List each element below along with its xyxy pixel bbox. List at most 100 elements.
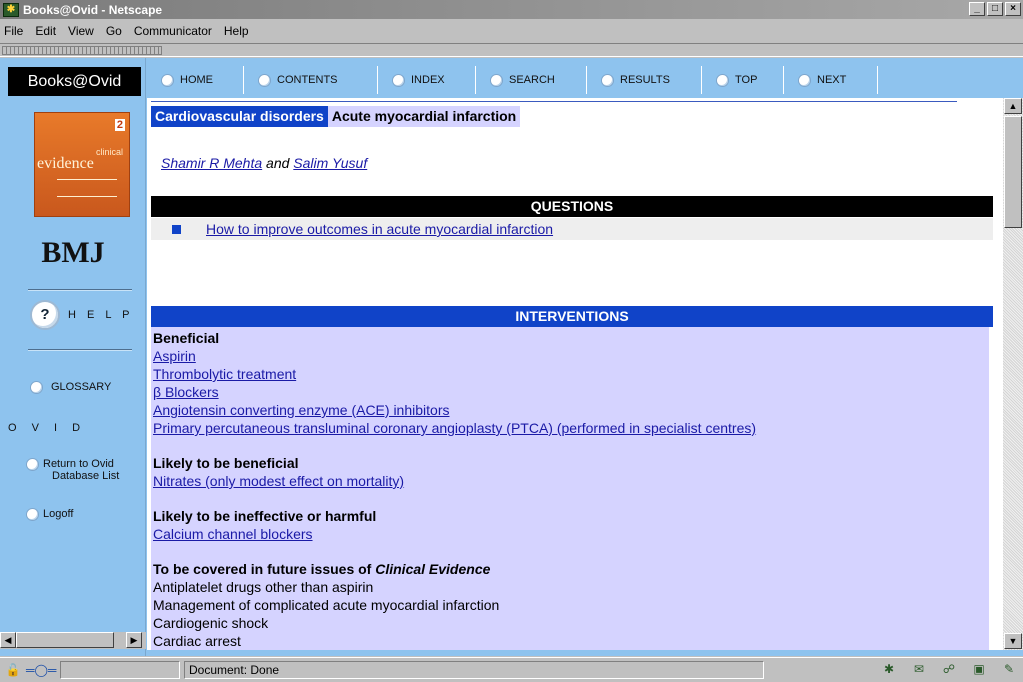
maximize-button[interactable]: □ [987,2,1003,16]
interventions-header: INTERVENTIONS [151,306,993,327]
progress-field [60,661,180,679]
nav-label: NEXT [817,74,847,86]
window-controls: _ □ × [969,2,1021,16]
intervention-link[interactable]: Primary percutaneous transluminal corona… [153,420,756,436]
scroll-thumb[interactable] [16,632,114,648]
menu-bar: File Edit View Go Communicator Help [0,20,1023,42]
groups-icon[interactable]: ☍ [939,661,959,677]
help-button[interactable]: ? H E L P [30,300,140,330]
left-sidebar: Books@Ovid 2 clinical evidence BMJ ? H E… [0,58,146,656]
cover-edition: 2 [114,119,125,131]
toolbar-handles [0,43,1023,57]
connection-icon: ═◯═ [26,663,57,677]
nav-contents[interactable]: CONTENTS [244,66,378,94]
nav-results[interactable]: RESULTS [587,66,702,94]
sidebar-item-label: GLOSSARY [51,381,112,393]
ovid-heading: O V I D [8,422,87,434]
radio-icon [30,381,43,394]
nav-label: HOME [180,74,213,86]
nav-index[interactable]: INDEX [378,66,476,94]
intervention-link[interactable]: Thrombolytic treatment [153,366,296,382]
nav-label: INDEX [411,74,445,86]
authors-conjunction: and [266,155,290,171]
future-item: Antiplatelet drugs other than aspirin [153,579,374,595]
page-title: Acute myocardial infarction [327,106,521,127]
security-lock-icon[interactable]: 🔓 [4,662,22,678]
mail-icon[interactable]: ✉ [909,661,929,677]
radio-icon [601,73,614,87]
title-bar: ✱ Books@Ovid - Netscape _ □ × [0,0,1023,19]
scroll-down-arrow-icon[interactable]: ▼ [1004,633,1022,649]
scroll-right-arrow-icon[interactable]: ▶ [126,632,142,648]
minimize-button[interactable]: _ [969,2,985,16]
group-heading-future: To be covered in future issues of Clinic… [153,560,987,578]
intervention-link[interactable]: Calcium channel blockers [153,526,313,542]
menu-file[interactable]: File [4,24,23,38]
cover-clinical: clinical [95,147,123,157]
scroll-thumb[interactable] [1004,116,1022,228]
breadcrumb-section[interactable]: Cardiovascular disorders [151,106,328,127]
cover-evidence: evidence [37,155,94,172]
nav-search[interactable]: SEARCH [476,66,587,94]
sidebar-item-label: Logoff [43,508,74,520]
sidebar-item-logoff[interactable]: Logoff [26,508,73,521]
menu-help[interactable]: Help [224,24,249,38]
nav-label: TOP [735,74,758,86]
group-heading-beneficial: Beneficial [153,330,220,346]
questions-header: QUESTIONS [151,196,993,217]
window-title: Books@Ovid - Netscape [23,2,163,17]
status-bar: 🔓 ═◯═ Document: Done ✱ ✉ ☍ ▣ ✎ [0,657,1023,682]
return-label-line2: Database List [52,470,120,482]
bmj-logo: BMJ [41,236,105,269]
sidebar-item-glossary[interactable]: GLOSSARY [30,381,111,394]
nav-next[interactable]: NEXT [784,66,878,94]
help-label[interactable]: H E L P [68,309,134,321]
radio-icon [716,73,729,87]
group-heading-likely: Likely to be beneficial [153,455,299,471]
author-link[interactable]: Salim Yusuf [293,155,367,171]
intervention-link[interactable]: β Blockers [153,384,219,400]
sidebar-item-label: Return to Ovid Database List [43,458,119,482]
question-link[interactable]: How to improve outcomes in acute myocard… [206,221,553,237]
radio-icon [258,73,271,87]
intervention-link[interactable]: Aspirin [153,348,196,364]
intervention-link[interactable]: Angiotensin converting enzyme (ACE) inhi… [153,402,449,418]
radio-icon [798,73,811,87]
nav-top[interactable]: TOP [702,66,784,94]
edit-icon[interactable]: ✎ [999,661,1019,677]
nav-label: CONTENTS [277,74,338,86]
radio-icon [161,73,174,87]
cover-blurb [57,179,117,197]
status-text: Document: Done [184,661,764,679]
menu-view[interactable]: View [68,24,94,38]
nav-label: RESULTS [620,74,670,86]
radio-icon [392,73,405,87]
collapsed-toolbar-tabs[interactable] [2,46,162,55]
nav-home[interactable]: HOME [147,66,244,94]
menu-go[interactable]: Go [106,24,122,38]
header-rule [151,101,957,102]
composer-icon[interactable]: ▣ [969,661,989,677]
browser-window: ✱ Books@Ovid - Netscape _ □ × File Edit … [0,0,1023,682]
horizontal-scrollbar[interactable]: ◀ ▶ [0,632,146,649]
scroll-up-arrow-icon[interactable]: ▲ [1004,98,1022,114]
radio-icon [26,508,39,521]
bullet-square-icon [172,224,181,234]
interventions-panel: Beneficial Aspirin Thrombolytic treatmen… [151,327,989,650]
navigator-icon[interactable]: ✱ [879,661,899,677]
menu-edit[interactable]: Edit [35,24,56,38]
question-row: How to improve outcomes in acute myocard… [151,218,993,240]
sidebar-divider [28,289,132,291]
books-ovid-logo[interactable]: Books@Ovid [8,67,141,96]
close-button[interactable]: × [1005,2,1021,16]
author-link[interactable]: Shamir R Mehta [161,155,262,171]
future-item: Management of complicated acute myocardi… [153,597,500,613]
intervention-link[interactable]: Nitrates (only modest effect on mortalit… [153,473,404,489]
sidebar-item-return-to-ovid[interactable]: Return to Ovid Database List [26,458,119,482]
menu-communicator[interactable]: Communicator [134,24,212,38]
help-icon[interactable]: ? [30,300,60,330]
scroll-left-arrow-icon[interactable]: ◀ [0,632,16,648]
vertical-scrollbar[interactable]: ▲ ▼ [1003,98,1023,650]
radio-icon [26,458,39,471]
future-heading-prefix: To be covered in future issues of [153,561,372,577]
